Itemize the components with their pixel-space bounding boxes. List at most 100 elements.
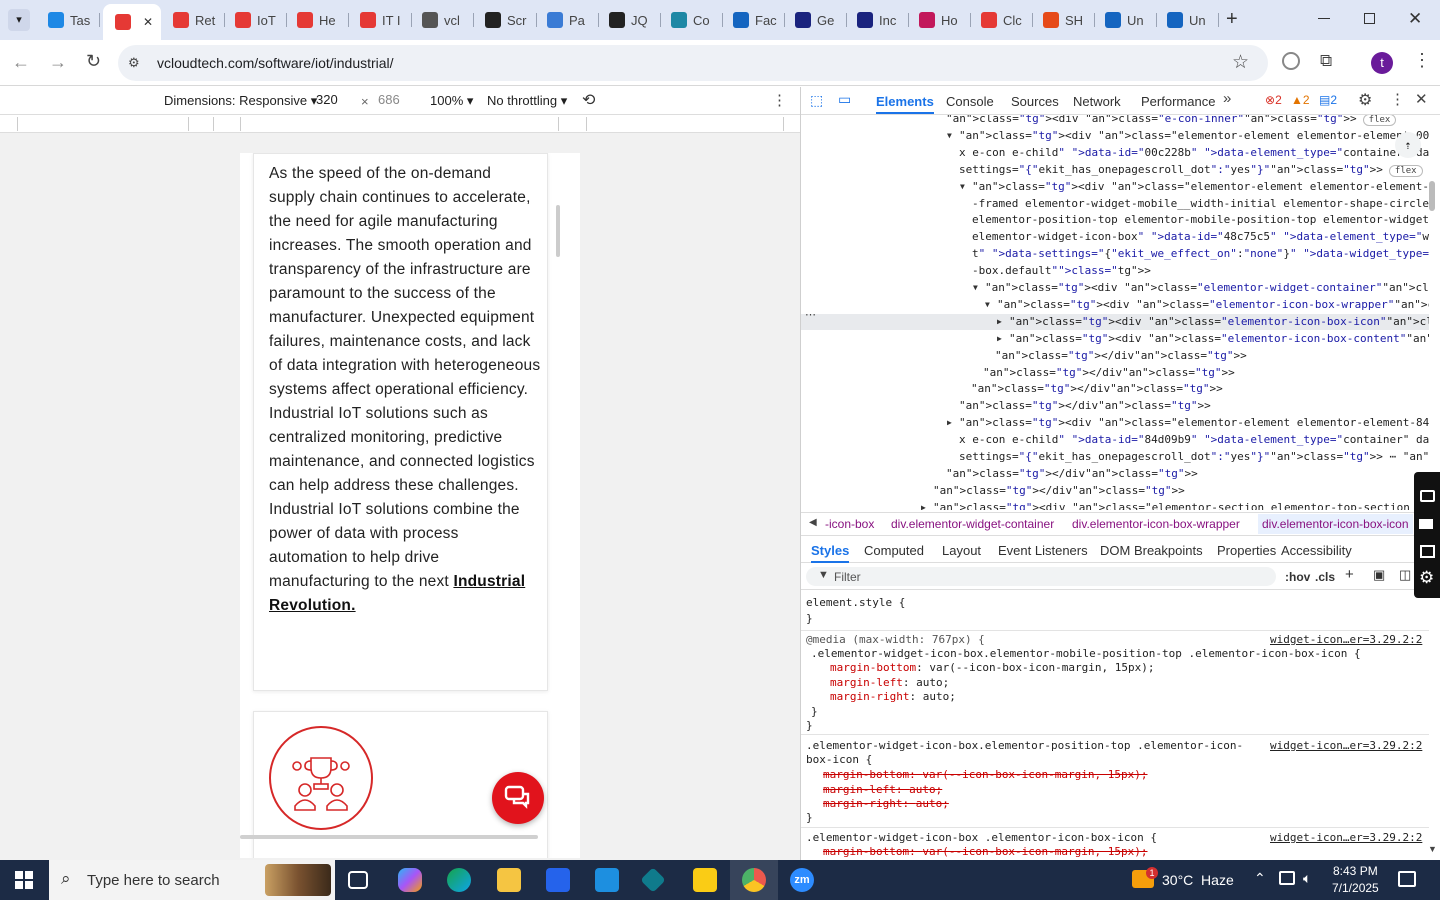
filter-input[interactable]: ▼ Filter <box>806 567 1276 586</box>
styles-subtab[interactable]: Layout <box>942 543 981 558</box>
dom-node-line[interactable]: -framed elementor-widget-mobile__width-i… <box>972 196 1429 213</box>
dom-node-line[interactable]: "an">class="tg"></div"an">class="tg">> <box>946 466 1198 483</box>
minimize-button[interactable] <box>1318 18 1330 19</box>
devtools-tab-console[interactable]: Console <box>946 94 994 109</box>
error-count[interactable]: ⊗2 <box>1265 93 1282 107</box>
screenshot-icon[interactable] <box>1420 490 1435 502</box>
expand-arrow-icon[interactable]: ▶ <box>997 314 1002 331</box>
browser-tab[interactable]: Co <box>663 6 723 34</box>
dom-node-line[interactable]: settings="{"ekit_has_onepagescroll_dot":… <box>959 449 1429 467</box>
dom-node-line[interactable]: "an">class="tg"><div "an">class="e-con-i… <box>946 115 1397 129</box>
browser-tab[interactable]: IT I <box>352 6 412 34</box>
device-toolbar-menu-icon[interactable]: ⋮ <box>772 91 787 109</box>
devtools-menu-icon[interactable]: ⋮ <box>1390 90 1405 108</box>
style-scroll-down-icon[interactable]: ▼ <box>1428 844 1437 854</box>
expand-arrow-icon[interactable]: ▶ <box>921 500 926 510</box>
network-icon[interactable] <box>1279 871 1295 885</box>
close-tab-icon[interactable]: ✕ <box>143 15 153 29</box>
window-icon[interactable] <box>1420 545 1435 558</box>
browser-tab[interactable]: Tas <box>40 6 100 34</box>
issues-count[interactable]: ▤2 <box>1319 93 1337 107</box>
show-hidden-icons-chevron-icon[interactable]: ⌃ <box>1254 870 1266 887</box>
height-input[interactable]: 686 <box>374 91 418 109</box>
flex-badge[interactable]: flex <box>1362 115 1397 126</box>
width-input[interactable]: 320 <box>312 91 356 109</box>
clock-time[interactable]: 8:43 PM <box>1333 864 1378 878</box>
media-query-ruler[interactable] <box>0 115 800 133</box>
dimensions-select[interactable]: Dimensions: Responsive ▾ <box>164 93 317 109</box>
expand-arrow-icon[interactable]: ▼ <box>960 179 965 196</box>
more-tabs-icon[interactable]: » <box>1223 90 1231 107</box>
restore-button[interactable] <box>1364 13 1375 24</box>
notification-center-icon[interactable] <box>1398 871 1416 887</box>
edge-icon[interactable] <box>447 868 471 892</box>
browser-tab[interactable]: Ret <box>165 6 225 34</box>
zoom-select[interactable]: 100% ▾ <box>430 93 473 109</box>
page-scrollbar-thumb[interactable] <box>556 205 560 257</box>
globe-icon[interactable] <box>1282 52 1300 70</box>
browser-tab[interactable]: JQ <box>601 6 661 34</box>
dom-node-line[interactable]: x e-con e-child" ">data-id="00c228b" ">d… <box>959 145 1429 162</box>
cls-toggle[interactable]: .cls <box>1315 570 1335 584</box>
css-property[interactable]: margin-bottom: var(--icon-box-icon-margi… <box>823 768 1148 782</box>
dom-node-line[interactable]: ▼ "an">class="tg"><div "an">class="elemen… <box>985 297 1429 314</box>
devtools-tab-network[interactable]: Network <box>1073 94 1121 109</box>
browser-tab[interactable]: He <box>289 6 349 34</box>
css-property[interactable]: margin-left: auto; <box>830 676 949 690</box>
sidebar-toggle-icon[interactable]: ◫ <box>1399 567 1411 583</box>
dom-node-line[interactable]: x e-con e-child" ">data-id="84d09b9" ">d… <box>959 432 1429 449</box>
breadcrumb-item[interactable]: div.elementor-icon-box-wrapper <box>1072 517 1240 531</box>
expand-arrow-icon[interactable]: ▶ <box>997 331 1002 348</box>
extensions-icon[interactable]: ⧉ <box>1320 51 1332 71</box>
browser-tab[interactable]: Un <box>1097 6 1157 34</box>
browser-tab[interactable]: Clc <box>973 6 1033 34</box>
microsoft-store-icon[interactable] <box>546 868 570 892</box>
expand-arrow-icon[interactable]: ▶ <box>947 415 952 432</box>
styles-pane[interactable]: element.style { } @media (max-width: 767… <box>801 590 1429 860</box>
styles-subtab[interactable]: Styles <box>811 543 850 563</box>
css-property[interactable]: margin-bottom: var(--icon-box-icon-margi… <box>830 661 1155 675</box>
hov-toggle[interactable]: :hov <box>1285 570 1310 584</box>
close-devtools-icon[interactable]: ✕ <box>1415 90 1428 108</box>
browser-tab[interactable]: vcl <box>414 6 474 34</box>
dom-node-line[interactable]: ▶ "an">class="tg"><div "an">class="elemen… <box>947 415 1429 432</box>
video-icon[interactable] <box>1419 519 1433 529</box>
styles-subtab[interactable]: Event Listeners <box>998 543 1088 558</box>
dom-node-line[interactable]: settings="{"ekit_has_onepagescroll_dot":… <box>959 162 1423 180</box>
tab-search-button[interactable]: ▾ <box>8 9 30 31</box>
devtools-tab-elements[interactable]: Elements <box>876 94 934 114</box>
breadcrumb-scroll-left-icon[interactable]: ◀ <box>809 517 817 528</box>
site-info-icon[interactable]: ⚙ <box>128 55 144 71</box>
chat-widget-button[interactable] <box>492 772 544 824</box>
zoom-icon[interactable]: zm <box>790 868 814 892</box>
browser-tab[interactable]: IoT <box>227 6 287 34</box>
browser-tab[interactable]: Un <box>1159 6 1219 34</box>
dom-node-line[interactable]: -box.default"">class="tg">> <box>972 263 1151 280</box>
rule3-source-link[interactable]: widget-icon…er=3.29.2:2 <box>1270 831 1422 845</box>
reload-icon[interactable]: ↻ <box>86 51 101 72</box>
expand-arrow-icon[interactable]: ▼ <box>947 128 952 145</box>
menu-kebab-icon[interactable]: ⋮ <box>1413 50 1431 71</box>
computed-styles-icon[interactable]: ▣ <box>1373 567 1385 583</box>
windows-start-icon[interactable] <box>15 871 33 889</box>
styles-subtab[interactable]: Accessibility <box>1281 543 1352 558</box>
rule2-source-link[interactable]: widget-icon…er=3.29.2:2 <box>1270 739 1422 753</box>
dom-node-line[interactable]: ▶ "an">class="tg"><div "an">class="elemen… <box>997 331 1429 348</box>
capture-settings-icon[interactable]: ⚙ <box>1419 568 1434 588</box>
bookmark-star-icon[interactable]: ☆ <box>1232 51 1249 74</box>
rule1-source-link[interactable]: widget-icon…er=3.29.2:2 <box>1270 633 1422 647</box>
warning-count[interactable]: ▲2 <box>1291 93 1310 107</box>
browser-tab[interactable]: Scr <box>477 6 537 34</box>
profile-avatar[interactable]: t <box>1371 52 1393 74</box>
browser-tab[interactable]: ✕ <box>103 4 161 40</box>
app-icon[interactable] <box>640 867 666 893</box>
expand-arrow-icon[interactable]: ▼ <box>985 297 990 314</box>
dom-node-line[interactable]: elementor-widget-icon-box" ">data-id="48… <box>972 229 1429 246</box>
breadcrumb-item[interactable]: div.elementor-icon-box-icon <box>1258 514 1413 534</box>
rotate-icon[interactable]: ⟲ <box>582 90 595 110</box>
browser-tab[interactable]: SH <box>1035 6 1095 34</box>
css-property[interactable]: margin-right: auto; <box>823 797 949 811</box>
pin-scroll-icon[interactable]: ⇡ <box>1395 132 1421 158</box>
back-arrow-icon[interactable]: ← <box>12 52 30 73</box>
expand-arrow-icon[interactable]: ▼ <box>973 280 978 297</box>
